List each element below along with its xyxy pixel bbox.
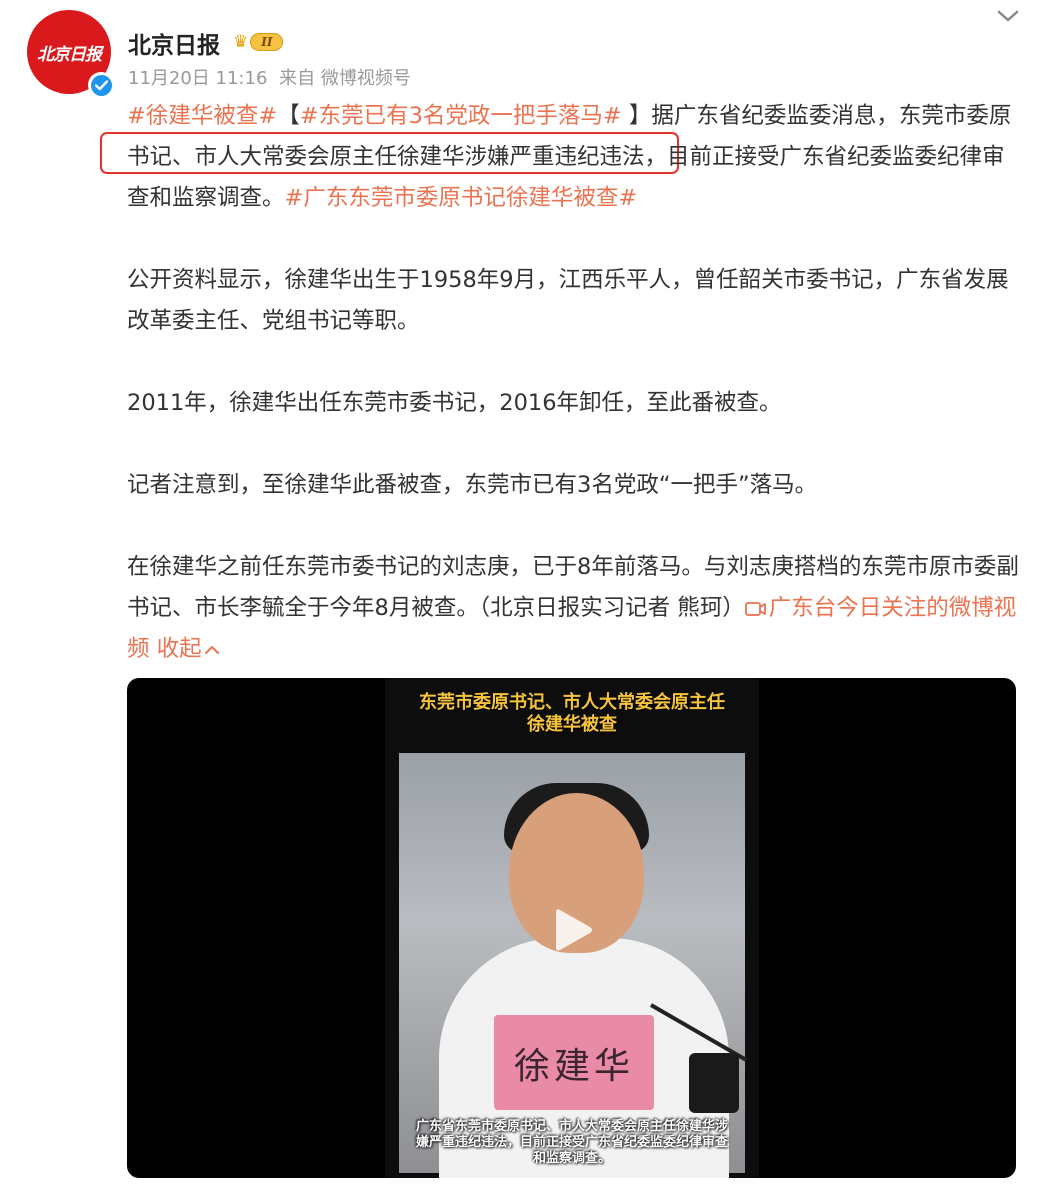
crown-icon: ♛	[233, 32, 249, 52]
bracket-close: 】	[621, 103, 652, 129]
post-meta: 11月20日 11:16 来自 微博视频号	[128, 64, 417, 90]
play-icon[interactable]	[542, 900, 602, 960]
video-link-icon	[744, 602, 766, 616]
video-thumbnail: 徐建华	[399, 753, 748, 1178]
paragraph-2: 公开资料显示，徐建华出生于1958年9月，江西乐平人，曾任韶关市委书记，广东省发…	[127, 267, 1009, 334]
post-body: #徐建华被查#【#东莞已有3名党政一把手落马# 】据广东省纪委监委消息，东莞市委…	[127, 96, 1022, 670]
paragraph-1: #徐建华被查#【#东莞已有3名党政一把手落马# 】据广东省纪委监委消息，东莞市委…	[127, 96, 1022, 219]
chevron-up-icon	[204, 646, 219, 654]
collapse-button[interactable]: 收起	[157, 636, 220, 662]
nameplate: 徐建华	[494, 1015, 654, 1110]
vip-badge[interactable]: ♛ II	[233, 30, 296, 54]
post-source: 来自 微博视频号	[279, 68, 411, 89]
video-title: 东莞市委原书记、市人大常委会原主任 徐建华被查	[419, 692, 725, 735]
post-date[interactable]: 11月20日 11:16	[128, 68, 267, 89]
video-player[interactable]: 徐建华 东莞市委原书记、市人大常委会原主任 徐建华被查 广东省东莞市委原书记、市…	[127, 678, 1016, 1178]
video-caption: 广东省东莞市委原书记、市人大常委会原主任徐建华涉嫌严重违纪违法，目前正接受广东省…	[415, 1119, 728, 1166]
paragraph-5: 在徐建华之前任东莞市委书记的刘志庚，已于8年前落马。与刘志庚搭档的东莞市原市委副…	[127, 547, 1022, 670]
bracket-open: 【	[277, 103, 300, 129]
paragraph-3: 2011年，徐建华出任东莞市委书记，2016年卸任，至此番被查。	[127, 390, 782, 416]
chevron-down-icon[interactable]	[994, 6, 1022, 26]
verified-icon	[88, 72, 114, 98]
topic-tag[interactable]: #徐建华被查#	[127, 103, 277, 129]
paragraph-4: 记者注意到，至徐建华此番被查，东莞市已有3名党政“一把手”落马。	[127, 472, 818, 498]
topic-tag[interactable]: #东莞已有3名党政一把手落马#	[300, 103, 622, 129]
topic-tag[interactable]: #广东东莞市委原书记徐建华被查#	[285, 185, 638, 211]
vip-level: II	[250, 33, 284, 51]
username[interactable]: 北京日报	[128, 26, 220, 60]
